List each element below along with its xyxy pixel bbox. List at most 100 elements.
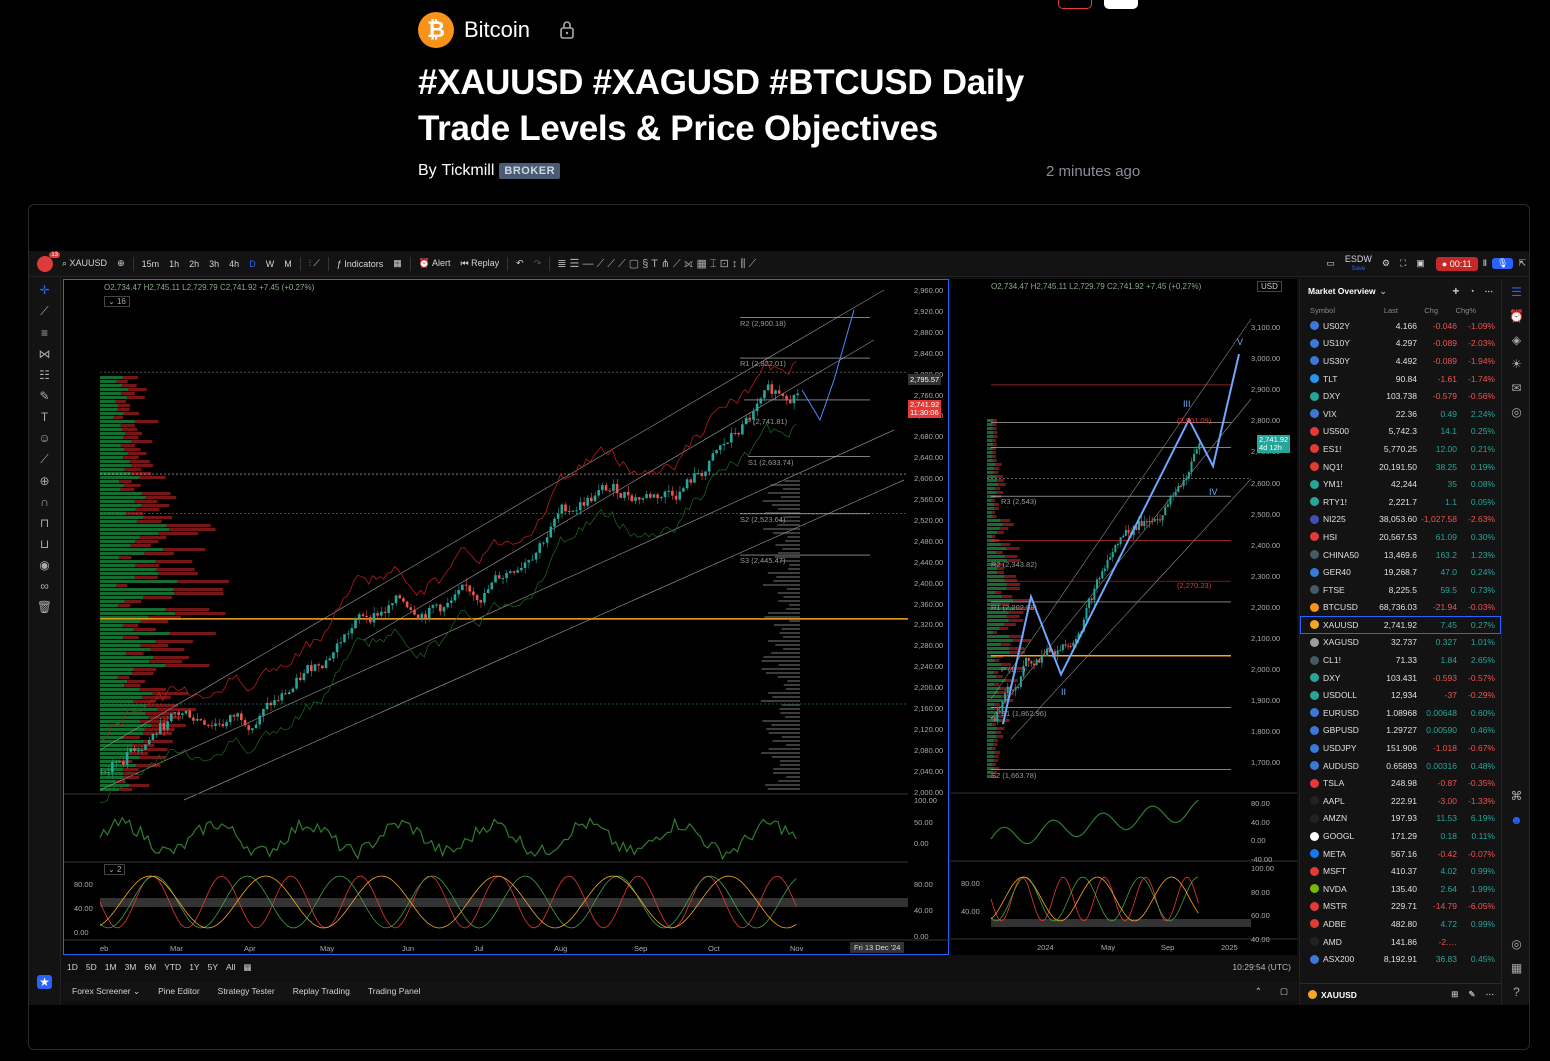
range-1d[interactable]: 1D — [63, 962, 82, 972]
top-badge-red[interactable] — [1058, 0, 1092, 9]
watchlist-row[interactable]: VIX 22.36 0.49 2.24% — [1300, 405, 1501, 423]
interval-15m[interactable]: 15m — [137, 259, 165, 269]
watchlist-row[interactable]: BTCUSD 68,736.03 -21.94 -0.03% — [1300, 599, 1501, 617]
redo-icon[interactable]: ↷ — [529, 258, 547, 269]
interval-1h[interactable]: 1h — [164, 259, 184, 269]
watchlist-row[interactable]: EURUSD 1.08968 0.00648 0.60% — [1300, 704, 1501, 722]
watchlist-row[interactable]: ES1! 5,770.25 12.00 0.21% — [1300, 440, 1501, 458]
watchlist-row[interactable]: NQ1! 20,191.50 38.25 0.19% — [1300, 458, 1501, 476]
mic-icon[interactable]: 🎙 — [1492, 258, 1514, 269]
watchlist-row[interactable]: DXY 103.431 -0.593 -0.57% — [1300, 669, 1501, 687]
pause-icon[interactable]: Ⅱ — [1478, 258, 1492, 269]
text-icon[interactable]: T — [41, 410, 48, 424]
grid-icon[interactable]: ⊞ — [1451, 989, 1458, 1000]
range-6m[interactable]: 6M — [140, 962, 160, 972]
watchlist-row[interactable]: ADBE 482.80 4.72 0.99% — [1300, 915, 1501, 933]
watchlist-row[interactable]: FTSE 8,225.5 59.5 0.73% — [1300, 581, 1501, 599]
zoom-icon[interactable]: ⊕ — [39, 474, 49, 488]
chart-weekly[interactable]: O2,734.47 H2,745.11 L2,729.79 C2,741.92 … — [951, 279, 1297, 955]
camera-icon[interactable]: ▣ — [1411, 258, 1430, 269]
more-options-icon[interactable]: ⋯ — [1485, 286, 1494, 297]
watchlist-row[interactable]: XAGUSD 32.737 0.327 1.01% — [1300, 634, 1501, 652]
pattern-icon[interactable]: ⋈ — [39, 347, 51, 361]
watchlist-row[interactable]: US02Y 4.166 -0.046 -1.09% — [1300, 317, 1501, 335]
tradingview-logo-icon[interactable]: 13 — [37, 251, 60, 272]
footer-symbol[interactable]: XAUUSD — [1321, 990, 1357, 1000]
watchlist-row[interactable]: HSI 20,567.53 61.09 0.30% — [1300, 528, 1501, 546]
watchlist-settings-icon[interactable]: ◔ — [1469, 286, 1474, 296]
layers-icon[interactable]: ◈ — [1512, 333, 1521, 347]
chevron-down-icon[interactable]: ⌄ — [1380, 286, 1387, 297]
hotlist-icon[interactable]: ⌘ — [1511, 789, 1523, 803]
layout-name[interactable]: ESDW Save — [1340, 254, 1377, 273]
author-link[interactable]: Tickmill — [442, 162, 495, 180]
watchlist-row[interactable]: CL1! 71.33 1.84 2.65% — [1300, 651, 1501, 669]
emoji-icon[interactable]: ☺ — [38, 431, 50, 445]
drawing-favorites[interactable]: ≣ ☰ — ⟋ ⟋ ⟋ ▢ § T ⋔ ⟋ ⟗ ▦ ⌶ ⊡ ↕ ⫼ ⟋ — [553, 257, 760, 271]
watchlist-row[interactable]: AMZN 197.93 11.53 6.19% — [1300, 810, 1501, 828]
watchlist-row[interactable]: AUDUSD 0.65893 0.00316 0.48% — [1300, 757, 1501, 775]
settings-gear-icon[interactable]: ⚙ — [1377, 258, 1395, 269]
range-ytd[interactable]: YTD — [160, 962, 185, 972]
watchlist-icon[interactable]: ☰ — [1511, 285, 1522, 299]
trash-icon[interactable]: 🗑 — [37, 600, 52, 614]
ruler-icon[interactable]: ⟋ — [40, 452, 48, 467]
add-symbol-plus-icon[interactable]: + — [1452, 284, 1459, 298]
record-button[interactable]: ● 00:11 — [1435, 256, 1478, 271]
watchlist-row[interactable]: TSLA 248.98 -0.87 -0.35% — [1300, 774, 1501, 792]
bitcoin-icon[interactable]: ₿ — [418, 12, 454, 48]
range-5y[interactable]: 5Y — [204, 962, 222, 972]
indicators-button[interactable]: ƒ Indicators — [332, 259, 389, 269]
brush-icon[interactable]: ✎ — [39, 389, 49, 403]
interval-4h[interactable]: 4h — [224, 259, 244, 269]
col-chg[interactable]: Chg — [1398, 306, 1438, 315]
chart-daily[interactable]: O2,734.47 H2,745.11 L2,729.79 C2,741.92 … — [63, 279, 950, 955]
watchlist-row[interactable]: XAUUSD 2,741.92 7.45 0.27% — [1300, 616, 1501, 634]
watchlist-row[interactable]: ASX200 8,192.91 36.83 0.45% — [1300, 950, 1501, 968]
trendline-icon[interactable]: ⟋ — [40, 304, 48, 319]
watchlist-row[interactable]: DXY 103.738 -0.579 -0.56% — [1300, 387, 1501, 405]
ideas-bulb-icon[interactable]: ☀ — [1511, 357, 1522, 371]
bot-icon[interactable]: ☻ — [1510, 813, 1523, 827]
tab-trading-panel[interactable]: Trading Panel — [359, 986, 430, 996]
tab-strategy-tester[interactable]: Strategy Tester — [209, 986, 284, 996]
watchlist-row[interactable]: RTY1! 2,221.7 1.1 0.05% — [1300, 493, 1501, 511]
interval-2h[interactable]: 2h — [184, 259, 204, 269]
watchlist-row[interactable]: CHINA50 13,469.6 163.2 1.23% — [1300, 546, 1501, 564]
watchlist-row[interactable]: NI225 38,053.60 -1,027.58 -2.63% — [1300, 511, 1501, 529]
fullscreen-icon[interactable]: ⛶ — [1395, 258, 1411, 269]
range-1y[interactable]: 1Y — [185, 962, 203, 972]
goto-date-icon[interactable]: ▦ — [239, 962, 255, 973]
undo-icon[interactable]: ↶ — [511, 258, 529, 269]
range-5d[interactable]: 5D — [82, 962, 101, 972]
link-icon[interactable]: ∞ — [40, 579, 49, 593]
eye-icon[interactable]: ◉ — [39, 558, 49, 572]
chat-icon[interactable]: ✉ — [1511, 381, 1521, 395]
chart-type-icon[interactable]: ⫶ ⟋ — [304, 258, 325, 269]
watchlist-row[interactable]: NVDA 135.40 2.64 1.99% — [1300, 880, 1501, 898]
symbol-search[interactable]: ⌕ XAUUSD — [57, 258, 112, 269]
target-icon[interactable]: ◎ — [1511, 937, 1521, 951]
magnet-icon[interactable]: ∩ — [40, 495, 49, 509]
collapse-panel-icon[interactable]: ⌃ — [1246, 986, 1271, 997]
replay-button[interactable]: ⏮ Replay — [456, 258, 505, 269]
prediction-icon[interactable]: ☷ — [39, 368, 50, 382]
interval-3h[interactable]: 3h — [204, 259, 224, 269]
add-symbol-icon[interactable]: ⊕ — [112, 258, 130, 269]
col-last[interactable]: Last — [1362, 306, 1398, 315]
watchlist-row[interactable]: USDOLL 12,934 -37 -0.29% — [1300, 686, 1501, 704]
edit-icon[interactable]: ✎ — [1468, 989, 1475, 1000]
watchlist-row[interactable]: AMD 141.86 -2.… — [1300, 933, 1501, 951]
layout-icon[interactable]: ▭ — [1321, 258, 1340, 269]
watchlist-row[interactable]: YM1! 42,244 35 0.08% — [1300, 475, 1501, 493]
tab-pine-editor[interactable]: Pine Editor — [149, 986, 209, 996]
watchlist-row[interactable]: US30Y 4.492 -0.089 -1.94% — [1300, 352, 1501, 370]
watchlist-row[interactable]: GBPUSD 1.29727 0.00590 0.46% — [1300, 722, 1501, 740]
templates-icon[interactable]: ▦ — [388, 258, 407, 269]
col-symbol[interactable]: Symbol — [1300, 306, 1362, 315]
star-icon[interactable]: ★ — [37, 975, 52, 989]
watchlist-row[interactable]: US500 5,742.3 14.1 0.25% — [1300, 423, 1501, 441]
help-icon[interactable]: ? — [1513, 985, 1520, 999]
lock-drawings-icon[interactable]: ⊓ — [40, 516, 49, 530]
range-all[interactable]: All — [222, 962, 239, 972]
